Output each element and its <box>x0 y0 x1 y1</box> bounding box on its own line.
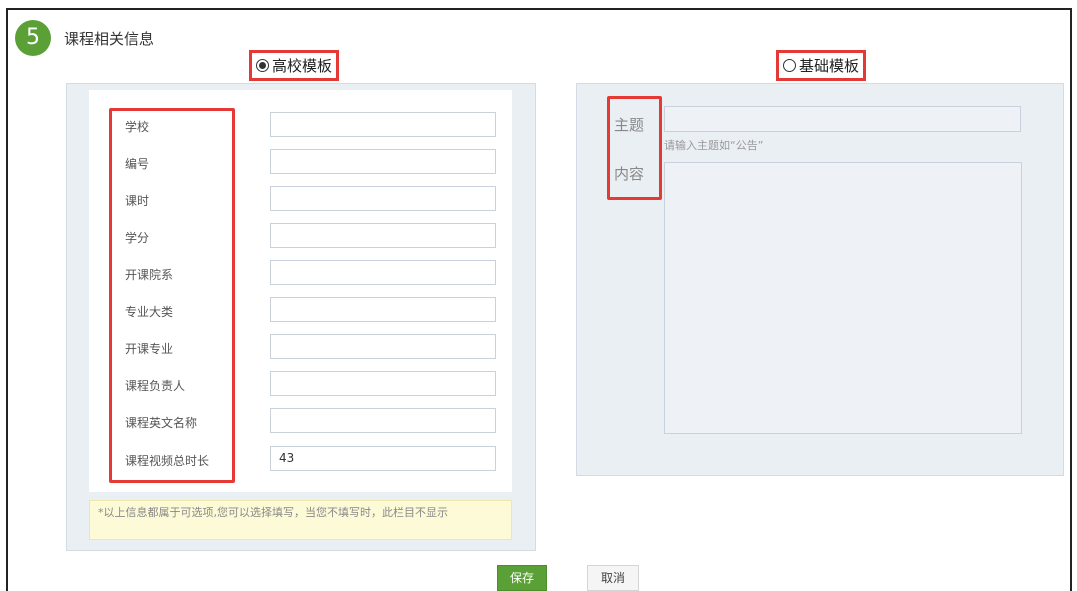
right-labels-highlight-box <box>607 96 662 200</box>
save-button[interactable]: 保存 <box>497 565 547 591</box>
field-input[interactable] <box>270 260 496 285</box>
subject-input[interactable] <box>664 106 1021 132</box>
radio-gaoxiao-label: 高校模板 <box>272 57 333 75</box>
content-textarea[interactable] <box>664 162 1022 434</box>
field-input[interactable] <box>270 223 496 248</box>
section-title: 课程相关信息 <box>64 30 155 48</box>
cancel-button[interactable]: 取消 <box>587 565 639 591</box>
radio-gaoxiao-template[interactable]: 高校模板 <box>249 50 340 81</box>
radio-jichu-template[interactable]: 基础模板 <box>776 50 867 81</box>
field-input[interactable] <box>270 408 496 433</box>
radio-checked-icon <box>256 59 269 72</box>
field-input[interactable] <box>270 186 496 211</box>
field-input[interactable] <box>270 297 496 322</box>
subject-hint: 请输入主题如“公告” <box>664 139 764 152</box>
radio-unchecked-icon <box>783 59 796 72</box>
field-input[interactable] <box>270 371 496 396</box>
labels-highlight-box <box>109 108 235 483</box>
field-input[interactable] <box>270 112 496 137</box>
radio-jichu-label: 基础模板 <box>799 57 860 75</box>
step-badge: 5 <box>15 20 51 56</box>
optional-note: *以上信息都属于可选项,您可以选择填写，当您不填写时，此栏目不显示 <box>89 500 512 540</box>
field-input[interactable]: 43 <box>270 446 496 471</box>
field-input[interactable] <box>270 149 496 174</box>
field-input[interactable] <box>270 334 496 359</box>
